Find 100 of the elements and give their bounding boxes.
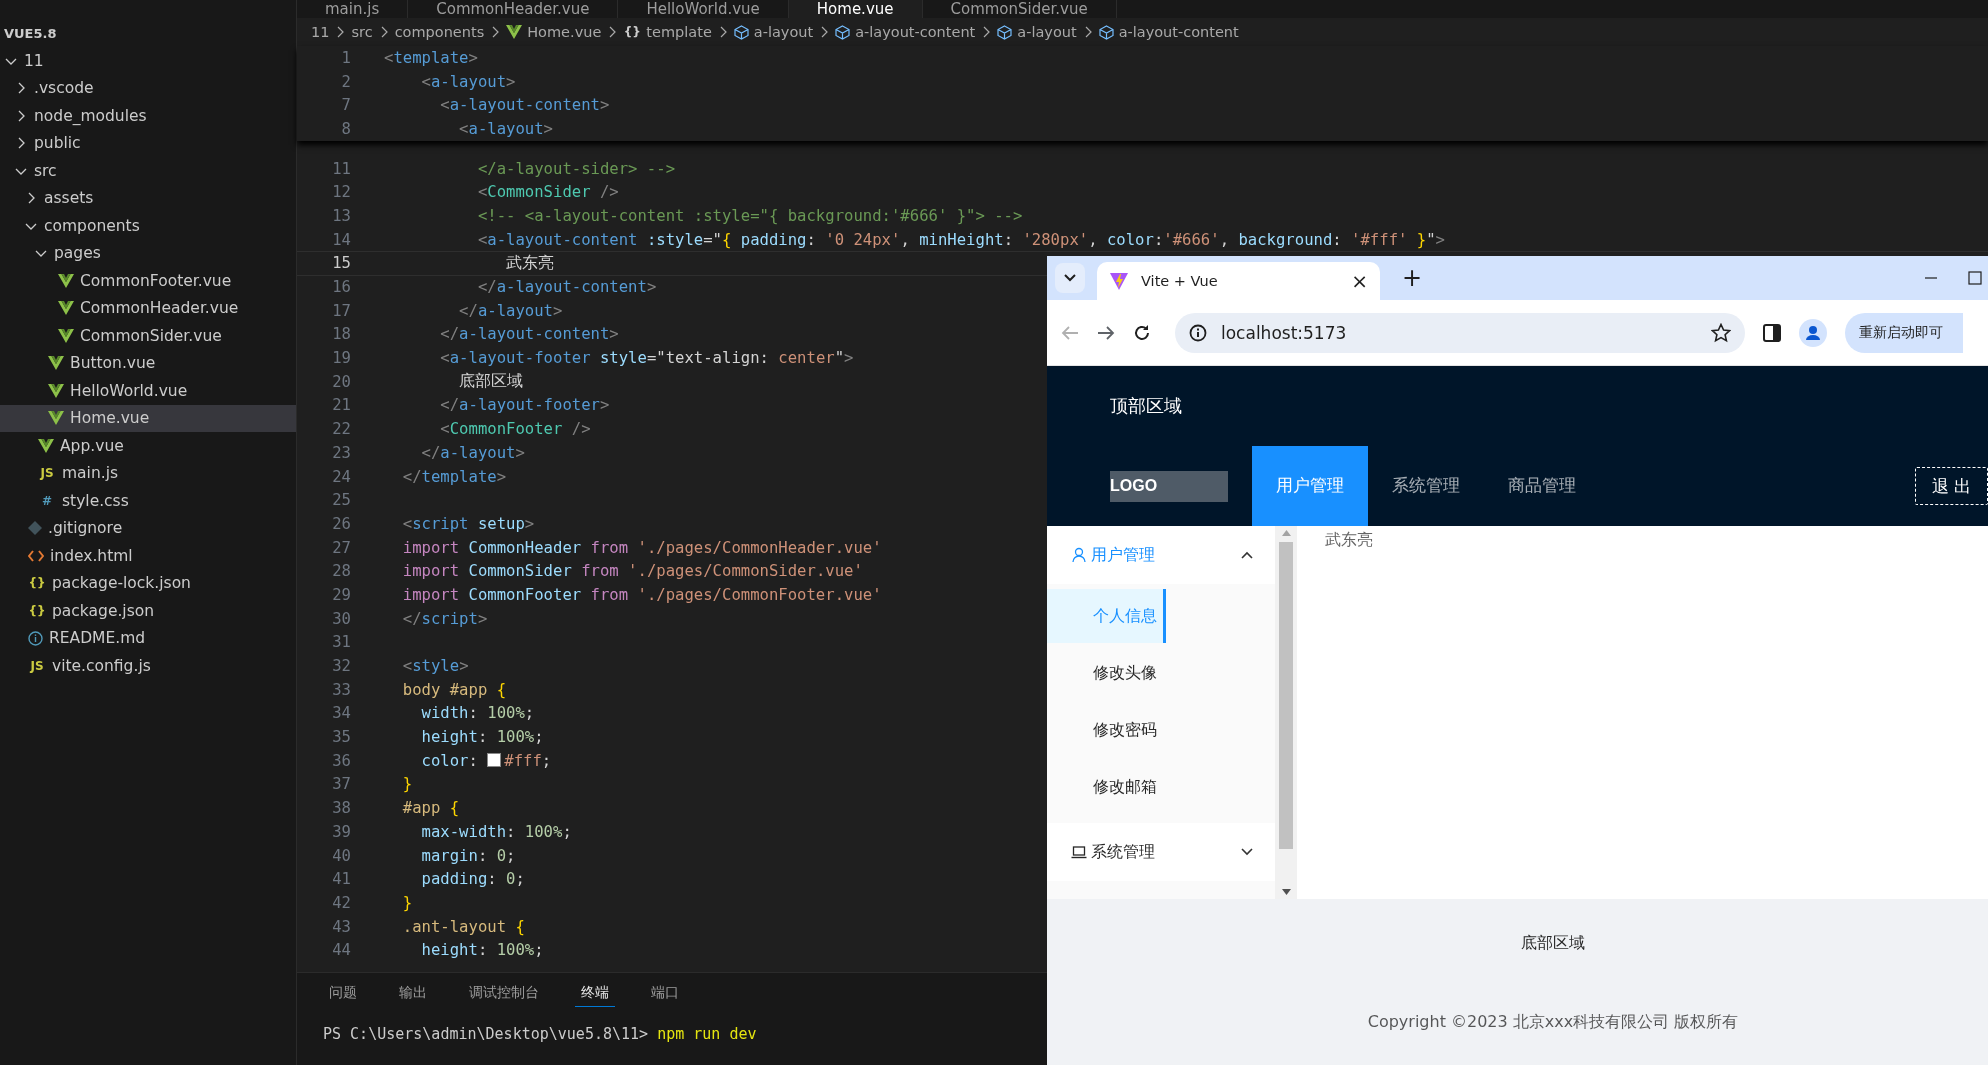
panel-tab[interactable]: 调试控制台	[463, 983, 545, 1007]
code-line: body #app {	[401, 680, 507, 699]
breadcrumb-item[interactable]: components	[394, 24, 485, 40]
nav-menu-item[interactable]: 商品管理	[1484, 446, 1600, 526]
update-button[interactable]: 重新启动即可	[1845, 312, 1963, 353]
panel-tab[interactable]: 终端	[575, 983, 615, 1007]
line-number: 15	[331, 254, 351, 273]
chevron-down-icon	[1064, 274, 1076, 282]
breadcrumb-item[interactable]: a-layout-content	[855, 24, 976, 40]
editor-tab[interactable]: Home.vue	[788, 0, 923, 18]
profile-icon[interactable]	[1799, 318, 1827, 347]
editor-tab[interactable]: main.js	[297, 0, 409, 18]
file-item[interactable]: Home.vue	[0, 404, 296, 432]
editor-tab[interactable]: CommonSider.vue	[922, 0, 1117, 18]
info-icon	[28, 630, 43, 646]
logout-button[interactable]: 退 出	[1914, 467, 1988, 505]
code-line: <a-layout>	[458, 119, 553, 138]
vue-icon	[58, 301, 74, 316]
folder-item[interactable]: assets	[0, 184, 296, 212]
breadcrumb-item[interactable]: template	[646, 24, 712, 40]
panel-tab[interactable]: 问题	[323, 983, 363, 1007]
file-item[interactable]: JS vite.config.js	[0, 652, 296, 680]
browser-tab[interactable]: Vite + Vue ×	[1097, 262, 1380, 300]
code-line: }	[401, 893, 413, 912]
line-number: 34	[331, 704, 351, 723]
editor-tab[interactable]: HelloWorld.vue	[618, 0, 789, 18]
line-number: 42	[331, 893, 351, 912]
breadcrumb-item[interactable]: 11	[311, 24, 330, 40]
breadcrumb-item[interactable]: a-layout-content	[1118, 24, 1239, 40]
cube-icon	[1098, 24, 1114, 40]
laptop-icon	[1071, 844, 1087, 860]
line-number: 13	[331, 206, 351, 225]
file-item[interactable]: # style.css	[0, 487, 296, 515]
panel-tab[interactable]: 端口	[645, 983, 685, 1007]
line-number: 32	[331, 657, 351, 676]
terminal-line: PS C:\Users\admin\Desktop\vue5.8\11> npm run dev	[323, 1025, 758, 1043]
file-item[interactable]: {} package.json	[0, 597, 296, 625]
line-number: 1	[340, 48, 351, 67]
folder-item[interactable]: node_modules	[0, 102, 296, 130]
file-item[interactable]: Button.vue	[0, 349, 296, 377]
editor-tab[interactable]: CommonHeader.vue	[408, 0, 619, 18]
breadcrumb-item[interactable]: a-layout	[1017, 24, 1077, 40]
line-number: 16	[331, 278, 351, 297]
file-item[interactable]: App.vue	[0, 432, 296, 460]
reload-icon[interactable]	[1133, 323, 1151, 342]
scrollbar-thumb[interactable]	[1279, 542, 1293, 849]
user-icon	[1071, 547, 1087, 563]
file-item[interactable]: JS main.js	[0, 459, 296, 487]
maximize-icon[interactable]	[1968, 271, 1982, 285]
file-item[interactable]: CommonFooter.vue	[0, 267, 296, 295]
chevron-right-icon	[819, 26, 830, 38]
breadcrumb-item[interactable]: Home.vue	[527, 24, 602, 40]
new-tab-button[interactable]: +	[1402, 264, 1423, 292]
folder-item[interactable]: pages	[0, 239, 296, 267]
address-bar[interactable]: localhost:5173	[1175, 312, 1745, 353]
submenu-header[interactable]: 系统管理	[1047, 823, 1275, 881]
folder-item[interactable]: components	[0, 212, 296, 240]
forward-icon[interactable]	[1097, 324, 1115, 341]
code-line: <a-layout-footer style="text-align: center">	[439, 349, 854, 368]
sider-menu-item[interactable]: 修改头像	[1047, 646, 1166, 700]
lightning-triangle-icon	[1109, 271, 1129, 291]
side-panel-icon[interactable]	[1763, 323, 1781, 342]
code-line: height: 100%;	[420, 728, 544, 747]
folder-item[interactable]: 11	[0, 47, 296, 75]
line-number: 37	[331, 775, 351, 794]
code-line: .ant-layout {	[401, 917, 525, 936]
file-item[interactable]: CommonSider.vue	[0, 322, 296, 350]
info-icon[interactable]	[1189, 323, 1207, 342]
panel-tab[interactable]: 输出	[393, 983, 433, 1007]
code-line: width: 100%;	[420, 704, 535, 723]
file-item[interactable]: .gitignore	[0, 514, 296, 542]
file-item[interactable]: HelloWorld.vue	[0, 377, 296, 405]
file-item[interactable]: {} package-lock.json	[0, 569, 296, 597]
chevron-right-icon	[607, 26, 618, 38]
code-icon	[28, 549, 44, 562]
breadcrumb-item[interactable]: a-layout	[753, 24, 814, 40]
chevron-right-icon	[981, 26, 992, 38]
folder-item[interactable]: .vscode	[0, 74, 296, 102]
content-text: 武东亮	[1325, 530, 1373, 549]
star-icon[interactable]	[1711, 322, 1731, 343]
file-item[interactable]: CommonHeader.vue	[0, 294, 296, 322]
folder-item[interactable]: src	[0, 157, 296, 185]
folder-item[interactable]: public	[0, 129, 296, 157]
code-line: <!-- <a-layout-content :style="{ background:'#666' }"> -->	[476, 206, 1023, 225]
sider-menu-item[interactable]: 修改邮箱	[1047, 760, 1166, 814]
sider-menu-item[interactable]: 修改密码	[1047, 703, 1166, 757]
line-number: 18	[331, 325, 351, 344]
line-number: 7	[340, 96, 351, 115]
line-number: 33	[331, 680, 351, 699]
workspace-title[interactable]: VUE5.8	[0, 12, 296, 47]
code-line: <a-layout>	[420, 72, 516, 91]
file-item[interactable]: README.md	[0, 624, 296, 652]
code-line: </a-layout-footer>	[439, 396, 610, 415]
close-icon[interactable]: ×	[1351, 269, 1368, 293]
breadcrumb-item[interactable]: src	[351, 24, 373, 40]
line-number: 19	[331, 349, 351, 368]
scroll-down-icon[interactable]	[1281, 889, 1291, 895]
file-item[interactable]: index.html	[0, 542, 296, 570]
nav-menu-item[interactable]: 系统管理	[1368, 446, 1484, 526]
tab-search-button[interactable]	[1055, 263, 1085, 293]
